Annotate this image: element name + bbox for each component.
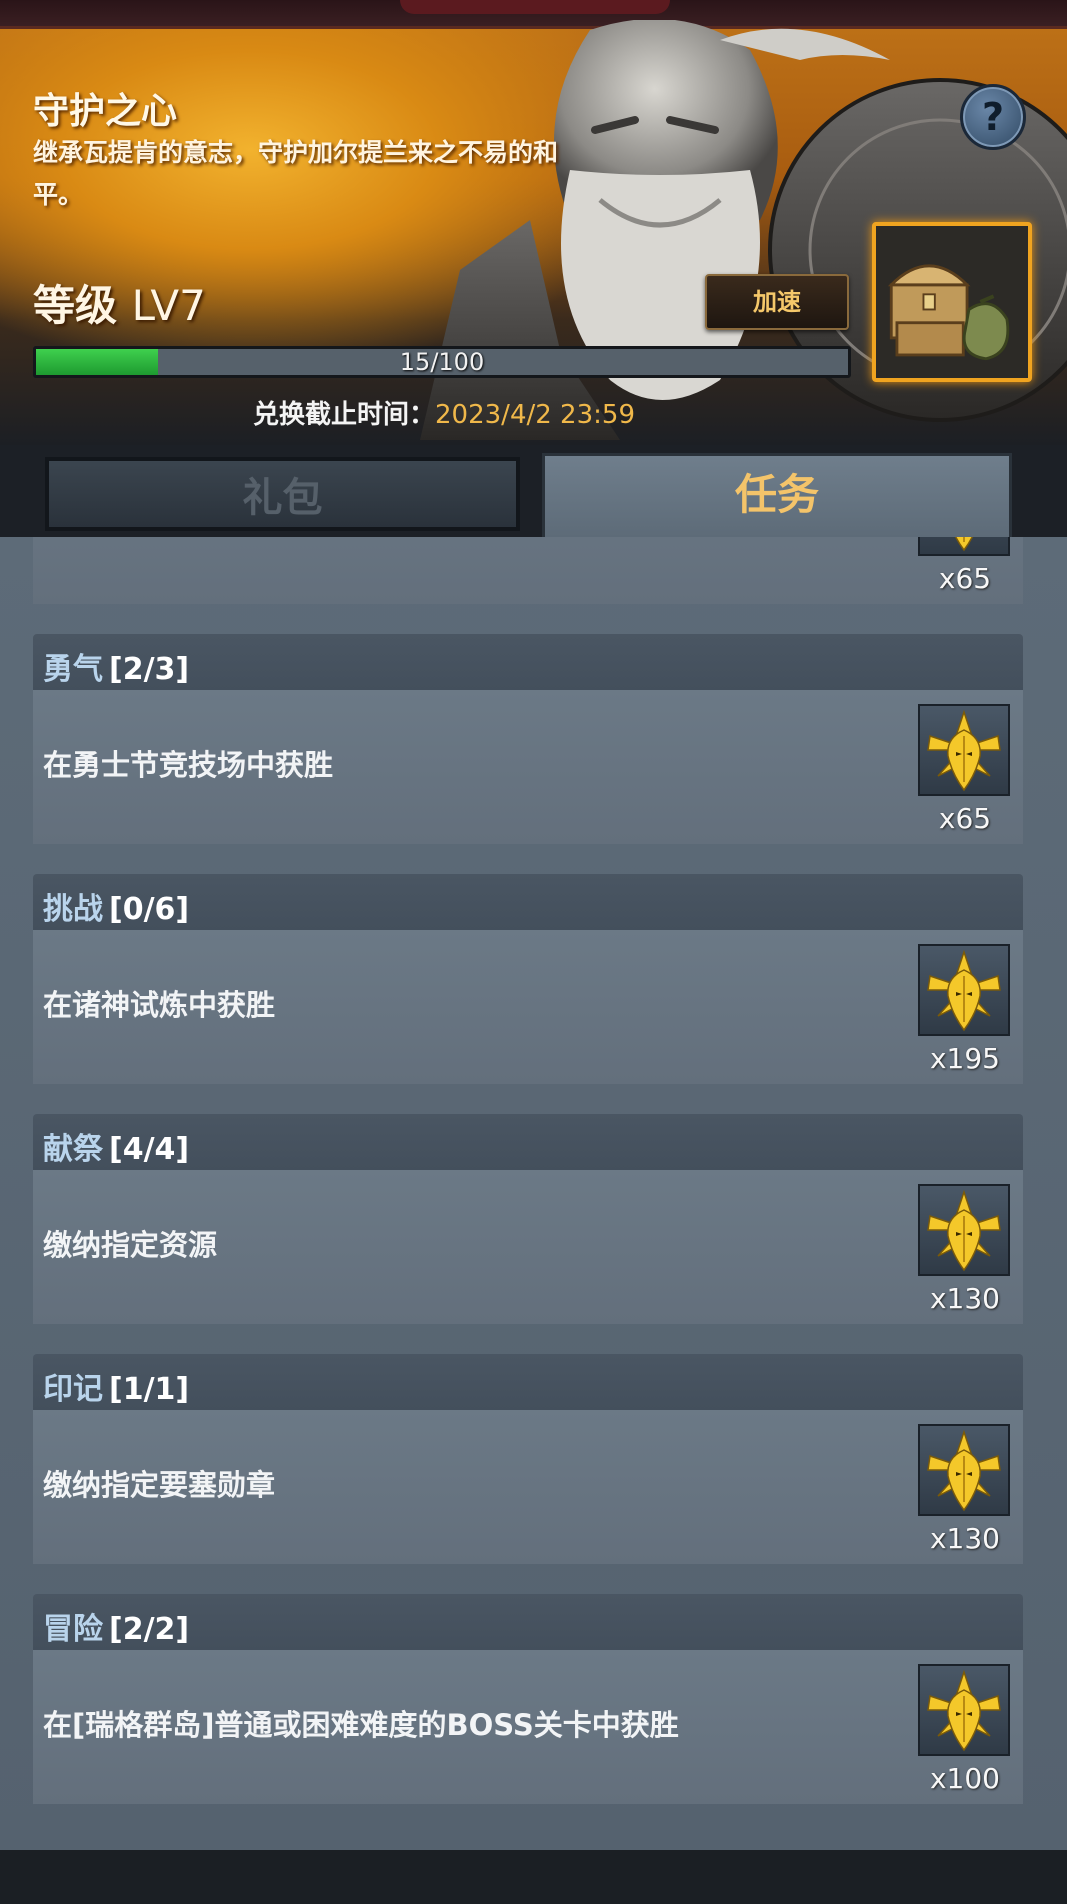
task-description: 在[瑞格群岛]普通或困难难度的BOSS关卡中获胜 <box>43 1708 679 1742</box>
task-item: 印记 [1/1] 缴纳指定要塞勋章 x130 <box>33 1354 1023 1564</box>
task-item: x65 <box>33 537 1023 604</box>
bottom-bar <box>0 1850 1067 1904</box>
task-category: 挑战 <box>43 892 103 927</box>
task-description: 缴纳指定要塞勋章 <box>43 1468 276 1502</box>
task-name: 勇气 [2/3] <box>43 644 189 688</box>
task-category: 献祭 <box>43 1132 103 1167</box>
reward-emblem-button[interactable] <box>918 704 1010 796</box>
treasure-chest-icon <box>887 264 1010 361</box>
reward-emblem-button[interactable] <box>918 537 1010 556</box>
task-header: 献祭 [4/4] <box>33 1114 1023 1170</box>
tab-gift[interactable]: 礼包 <box>45 457 520 531</box>
task-header: 印记 [1/1] <box>33 1354 1023 1410</box>
task-category: 勇气 <box>43 652 103 687</box>
task-description: 缴纳指定资源 <box>43 1228 218 1262</box>
task-name: 挑战 [0/6] <box>43 884 189 928</box>
reward-quantity: x130 <box>929 1522 1000 1555</box>
task-progress: [4/4] <box>109 1132 190 1167</box>
level-progress-bar: 15/100 <box>33 346 851 378</box>
task-item: 挑战 [0/6] 在诸神试炼中获胜 x195 <box>33 874 1023 1084</box>
level-display: 等级 LV7 <box>33 272 206 333</box>
task-body: 在勇士节竞技场中获胜 x65 <box>33 690 1023 844</box>
task-progress: [2/3] <box>109 652 190 687</box>
reward-emblem-button[interactable] <box>918 944 1010 1036</box>
deadline-value: 2023/4/2 23:59 <box>435 400 635 430</box>
task-body: 缴纳指定资源 x130 <box>33 1170 1023 1324</box>
event-title: 守护之心 <box>33 91 178 132</box>
deadline-label: 兑换截止时间： <box>253 400 436 430</box>
progress-text: 15/100 <box>399 348 485 376</box>
task-list[interactable]: x65 勇气 [2/3] 在勇士节竞技场中获胜 x65 挑战 [0/6] 在诸神… <box>0 537 1067 1850</box>
task-category: 冒险 <box>43 1612 103 1647</box>
task-description: 在诸神试炼中获胜 <box>43 988 276 1022</box>
tab-bar: 礼包 任务 <box>0 445 1067 537</box>
reward-emblem-button[interactable] <box>918 1424 1010 1516</box>
golden-emblem-icon <box>927 1429 1001 1512</box>
task-body: x65 <box>33 537 1023 604</box>
top-bar-title-plate <box>400 0 670 14</box>
task-name: 冒险 [2/2] <box>43 1604 189 1648</box>
level-label: 等级 <box>33 281 118 330</box>
tab-task[interactable]: 任务 <box>542 453 1012 537</box>
reward-emblem-button[interactable] <box>918 1664 1010 1756</box>
task-item: 冒险 [2/2] 在[瑞格群岛]普通或困难难度的BOSS关卡中获胜 x100 <box>33 1594 1023 1804</box>
event-banner: 守护之心 继承瓦提肯的意志，守护加尔提兰来之不易的和平。 ? 等级 LV7 加速… <box>0 0 1067 445</box>
task-progress: [0/6] <box>109 892 190 927</box>
level-value: LV7 <box>131 281 206 330</box>
task-body: 缴纳指定要塞勋章 x130 <box>33 1410 1023 1564</box>
task-header: 挑战 [0/6] <box>33 874 1023 930</box>
help-button[interactable]: ? <box>960 84 1026 150</box>
exchange-deadline: 兑换截止时间：2023/4/2 23:59 <box>0 394 888 431</box>
reward-quantity: x65 <box>938 802 992 835</box>
speed-up-button[interactable]: 加速 <box>705 274 849 330</box>
task-body: 在[瑞格群岛]普通或困难难度的BOSS关卡中获胜 x100 <box>33 1650 1023 1804</box>
reward-quantity: x130 <box>929 1282 1000 1315</box>
task-progress: [2/2] <box>109 1612 190 1647</box>
golden-emblem-icon <box>927 709 1001 792</box>
event-description: 继承瓦提肯的意志，守护加尔提兰来之不易的和平。 <box>33 138 559 209</box>
reward-chest-button[interactable] <box>872 222 1032 382</box>
reward-quantity: x100 <box>929 1762 1000 1795</box>
reward-quantity: x65 <box>938 562 992 595</box>
reward-quantity: x195 <box>929 1042 1000 1075</box>
question-mark-icon: ? <box>981 95 1005 139</box>
task-progress: [1/1] <box>109 1372 190 1407</box>
task-item: 勇气 [2/3] 在勇士节竞技场中获胜 x65 <box>33 634 1023 844</box>
task-name: 印记 [1/1] <box>43 1364 189 1408</box>
task-header: 冒险 [2/2] <box>33 1594 1023 1650</box>
golden-emblem-icon <box>927 949 1001 1032</box>
task-header: 勇气 [2/3] <box>33 634 1023 690</box>
task-category: 印记 <box>43 1372 103 1407</box>
task-description: 在勇士节竞技场中获胜 <box>43 748 334 782</box>
task-item: 献祭 [4/4] 缴纳指定资源 x130 <box>33 1114 1023 1324</box>
golden-emblem-icon <box>927 1189 1001 1272</box>
task-body: 在诸神试炼中获胜 x195 <box>33 930 1023 1084</box>
task-name: 献祭 [4/4] <box>43 1124 189 1168</box>
golden-emblem-icon <box>954 537 974 552</box>
golden-emblem-icon <box>927 1669 1001 1752</box>
reward-emblem-button[interactable] <box>918 1184 1010 1276</box>
